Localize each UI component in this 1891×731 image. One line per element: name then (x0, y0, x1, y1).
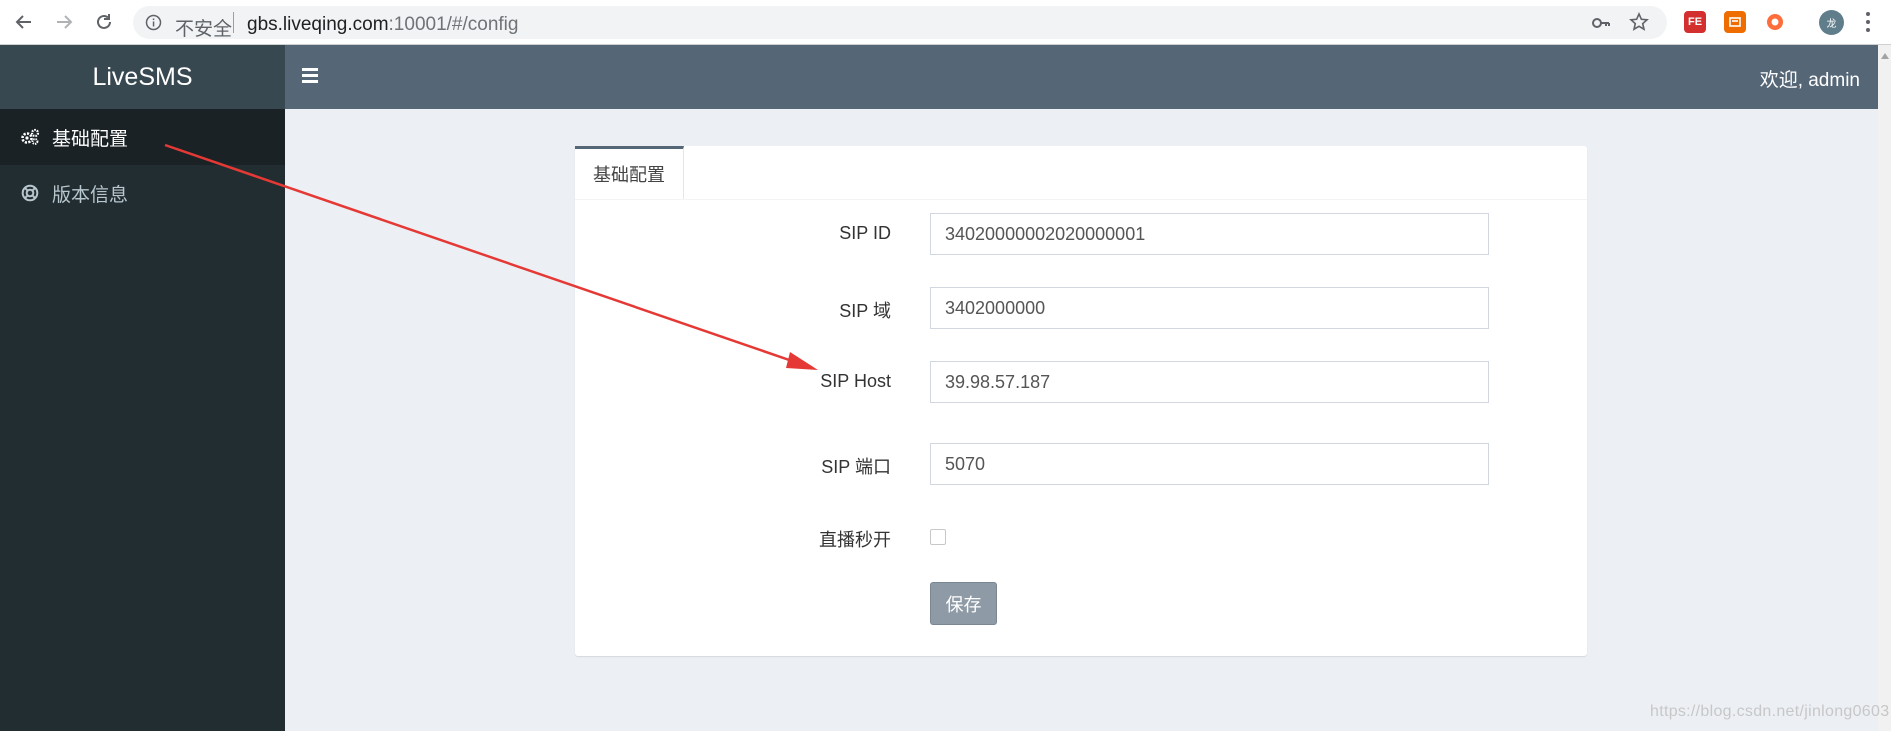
sidebar-item-basic-config[interactable]: 基础配置 (0, 109, 285, 165)
lifebuoy-extension-icon[interactable] (1764, 11, 1786, 33)
browser-toolbar: 不安全 gbs.liveqing.com:10001/#/config FE 龙 (0, 0, 1891, 45)
sip-port-label: SIP 端口 (821, 457, 891, 477)
tab-strip: 基础配置 (575, 146, 1587, 200)
sip-host-input[interactable]: 39.98.57.187 (930, 361, 1489, 403)
live-fast-label: 直播秒开 (819, 530, 891, 550)
fe-extension-icon[interactable]: FE (1684, 11, 1706, 33)
info-icon[interactable] (145, 14, 162, 36)
sip-id-input[interactable]: 34020000002020000001 (930, 213, 1489, 255)
bookmark-star-icon[interactable] (1629, 12, 1649, 37)
extension-icon[interactable] (1724, 11, 1746, 33)
life-ring-icon (19, 182, 41, 204)
sidebar-item-version-info[interactable]: 版本信息 (0, 165, 285, 221)
sip-domain-input[interactable]: 3402000000 (930, 287, 1489, 329)
browser-menu-icon[interactable] (1866, 12, 1870, 36)
tab-basic-config[interactable]: 基础配置 (575, 146, 684, 199)
key-icon[interactable] (1591, 13, 1611, 38)
form-row-sip-domain: SIP 域 3402000000 (575, 287, 1587, 331)
top-navbar: 欢迎, admin (285, 45, 1878, 109)
insecure-label: 不安全 (175, 19, 233, 40)
live-fast-checkbox[interactable] (930, 529, 946, 545)
avatar[interactable]: 龙 (1819, 10, 1844, 35)
url-host: gbs.liveqing.com (247, 14, 389, 35)
save-button[interactable]: 保存 (930, 582, 997, 625)
scroll-up-icon[interactable] (1881, 53, 1889, 59)
sip-domain-label: SIP 域 (839, 301, 891, 321)
avatar-text: 龙 (1826, 19, 1837, 30)
brand-logo[interactable]: LiveSMS (0, 45, 285, 109)
page-scrollbar[interactable] (1878, 45, 1891, 731)
config-panel: 基础配置 SIP ID 34020000002020000001 SIP 域 3… (575, 146, 1587, 656)
sidebar-item-label: 基础配置 (52, 128, 129, 150)
address-separator (233, 12, 234, 33)
form-row-sip-port: SIP 端口 5070 (575, 443, 1587, 487)
url-path: :10001/#/config (388, 14, 519, 35)
back-icon[interactable] (10, 8, 38, 36)
sidebar: LiveSMS 基础配置 版本信息 (0, 45, 285, 731)
reload-icon[interactable] (90, 8, 118, 36)
form-row-sip-id: SIP ID 34020000002020000001 (575, 213, 1587, 257)
form-row-live-fast: 直播秒开 (575, 516, 1587, 560)
gears-icon (19, 126, 41, 148)
address-bar[interactable]: 不安全 gbs.liveqing.com:10001/#/config (133, 6, 1667, 40)
forward-icon[interactable] (50, 8, 78, 36)
form-row-sip-host: SIP Host 39.98.57.187 (575, 361, 1587, 405)
url-text[interactable]: gbs.liveqing.com:10001/#/config (247, 14, 518, 36)
welcome-user[interactable]: 欢迎, admin (1760, 65, 1860, 92)
sidebar-item-label: 版本信息 (52, 184, 129, 206)
fe-extension-label: FE (1687, 16, 1703, 28)
sip-port-input[interactable]: 5070 (930, 443, 1489, 485)
watermark: https://blog.csdn.net/jinlong0603 (1650, 703, 1890, 720)
sidebar-toggle-icon[interactable] (302, 68, 318, 86)
sip-id-label: SIP ID (839, 223, 891, 243)
sip-host-label: SIP Host (820, 371, 891, 391)
